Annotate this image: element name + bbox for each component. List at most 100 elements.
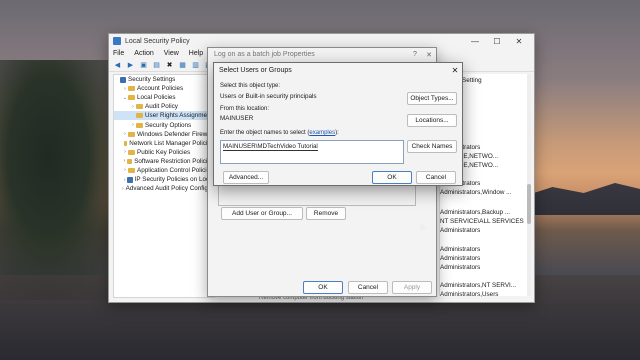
- list-item[interactable]: Administrators: [440, 264, 480, 271]
- tree-item[interactable]: › Audit Policy: [114, 102, 214, 111]
- properties-title: Log on as a batch job Properties: [214, 51, 315, 58]
- menu-file[interactable]: File: [113, 50, 124, 57]
- folder-icon: [128, 86, 135, 92]
- examples-link[interactable]: examples: [309, 130, 335, 136]
- select-users-close-button[interactable]: ✕: [448, 66, 462, 75]
- minimize-button[interactable]: —: [464, 37, 486, 46]
- maximize-button[interactable]: ☐: [486, 37, 508, 46]
- tree-item-label: Audit Policy: [145, 103, 178, 111]
- tree-item[interactable]: › Application Control Policies: [114, 166, 214, 175]
- tree-item[interactable]: › Account Policies: [114, 84, 214, 93]
- close-button[interactable]: ✕: [508, 37, 530, 46]
- tree-item[interactable]: › Public Key Policies: [114, 148, 214, 157]
- window-title: Local Security Policy: [125, 37, 190, 45]
- tree-item[interactable]: Security Settings: [114, 75, 214, 84]
- object-type-value: Users or Built-in security principals: [220, 93, 317, 100]
- list-item[interactable]: Administrators,Users: [440, 291, 498, 298]
- help-button[interactable]: ?: [408, 51, 422, 58]
- select-cancel-button[interactable]: Cancel: [416, 171, 456, 184]
- tree-item[interactable]: User Rights Assignment: [114, 111, 214, 121]
- properties-ok-button[interactable]: OK: [303, 281, 343, 294]
- select-users-titlebar: Select Users or Groups ✕: [214, 63, 462, 77]
- app-icon: [113, 37, 121, 45]
- column-header-setting[interactable]: Setting: [462, 77, 482, 84]
- tree-item-label: Software Restriction Policies: [134, 157, 214, 165]
- folder-icon: [128, 95, 135, 101]
- list-item[interactable]: Administrators: [440, 246, 480, 253]
- check-names-button[interactable]: Check Names: [407, 140, 457, 153]
- select-ok-button[interactable]: OK: [372, 171, 412, 184]
- menu-help[interactable]: Help: [189, 50, 203, 57]
- back-arrow-icon[interactable]: ◀: [113, 61, 122, 69]
- tree-item-label: IP Security Policies on Local: [134, 176, 214, 184]
- tree-item-label: Security Options: [145, 121, 192, 129]
- select-users-dialog: Select Users or Groups ✕ Select this obj…: [213, 62, 463, 186]
- object-names-value: MAINUSER\MDTechVideo Tutorial: [223, 143, 318, 151]
- folder-icon: [136, 104, 143, 110]
- folder-icon: [136, 122, 143, 128]
- properties-cancel-button[interactable]: Cancel: [348, 281, 388, 294]
- locations-button[interactable]: Locations...: [407, 114, 457, 127]
- advanced-button[interactable]: Advanced...: [223, 171, 269, 184]
- expand-chevron-icon[interactable]: ›: [122, 186, 124, 192]
- tree-item[interactable]: › IP Security Policies on Local: [114, 175, 214, 184]
- add-user-or-group-button[interactable]: Add User or Group...: [221, 207, 303, 220]
- tree-item-label: Advanced Audit Policy Configuration: [125, 185, 214, 193]
- names-label-suffix: ):: [335, 130, 339, 136]
- up-folder-icon[interactable]: ▣: [139, 61, 148, 69]
- object-types-button[interactable]: Object Types...: [407, 92, 457, 105]
- list-item[interactable]: Administrators: [440, 255, 480, 262]
- list-item[interactable]: Administrators,NT SERVI...: [440, 282, 516, 289]
- tree-item-label: Application Control Policies: [137, 166, 214, 174]
- tree-item[interactable]: ⌄ Local Policies: [114, 93, 214, 102]
- names-label-prefix: Enter the object names to select (: [220, 130, 310, 136]
- folder-icon: [128, 167, 135, 173]
- forward-arrow-icon[interactable]: ▶: [126, 61, 135, 69]
- tree-item-label: Account Policies: [137, 85, 184, 93]
- names-label: Enter the object names to select (exampl…: [220, 130, 339, 136]
- tree-item-label: User Rights Assignment: [145, 112, 213, 120]
- delete-icon[interactable]: ✖: [165, 61, 174, 69]
- scrollbar[interactable]: [527, 74, 531, 296]
- folder-icon: [124, 140, 128, 146]
- remove-button[interactable]: Remove: [306, 207, 346, 220]
- folder-icon: [136, 113, 143, 119]
- expand-chevron-icon[interactable]: ›: [122, 158, 127, 164]
- tree-item-label: Local Policies: [137, 94, 176, 102]
- policy-tree: Security Settings › Account Policies ⌄ Local…: [113, 74, 215, 298]
- tree-item-label: Public Key Policies: [137, 148, 191, 156]
- tree-item[interactable]: › Software Restriction Policies: [114, 157, 214, 166]
- location-label: From this location:: [220, 106, 270, 112]
- list-item[interactable]: NT SERVICE\ALL SERVICES: [440, 218, 524, 225]
- shield-icon: [127, 176, 133, 183]
- tree-item[interactable]: Network List Manager Policies: [114, 139, 214, 148]
- list-item[interactable]: Administrators: [440, 227, 480, 234]
- list-item[interactable]: Administrators,Window ...: [440, 189, 511, 196]
- folder-icon: [128, 131, 135, 137]
- window-titlebar: Local Security Policy — ☐ ✕: [109, 34, 534, 48]
- tree-item[interactable]: › Windows Defender Firewall: [114, 130, 214, 139]
- properties-titlebar: Log on as a batch job Properties ? ✕: [208, 48, 436, 61]
- object-type-label: Select this object type:: [220, 83, 281, 89]
- menu-view[interactable]: View: [164, 50, 179, 57]
- folder-icon: [126, 158, 133, 164]
- tree-item[interactable]: › Security Options: [114, 120, 214, 129]
- list-item[interactable]: Administrators,Backup ...: [440, 209, 510, 216]
- tree-item-label: Windows Defender Firewall: [137, 130, 214, 138]
- show-tree-icon[interactable]: ▤: [152, 61, 161, 69]
- object-names-input[interactable]: MAINUSER\MDTechVideo Tutorial: [220, 140, 404, 164]
- export-icon[interactable]: ▥: [191, 61, 200, 69]
- tree-item[interactable]: ›Advanced Audit Policy Configuration: [114, 184, 214, 193]
- shield-icon: [120, 76, 126, 83]
- select-users-title: Select Users or Groups: [219, 66, 292, 74]
- properties-icon[interactable]: ▦: [178, 61, 187, 69]
- menu-action[interactable]: Action: [134, 50, 153, 57]
- tree-item-label: Security Settings: [128, 76, 176, 84]
- apply-button[interactable]: Apply: [392, 281, 432, 294]
- wallpaper-trees: [0, 60, 120, 300]
- location-value: MAINUSER: [220, 115, 254, 122]
- properties-close-button[interactable]: ✕: [422, 51, 436, 59]
- scrollbar-thumb[interactable]: [527, 184, 531, 224]
- tree-item-label: Network List Manager Policies: [129, 139, 214, 147]
- folder-icon: [128, 149, 135, 155]
